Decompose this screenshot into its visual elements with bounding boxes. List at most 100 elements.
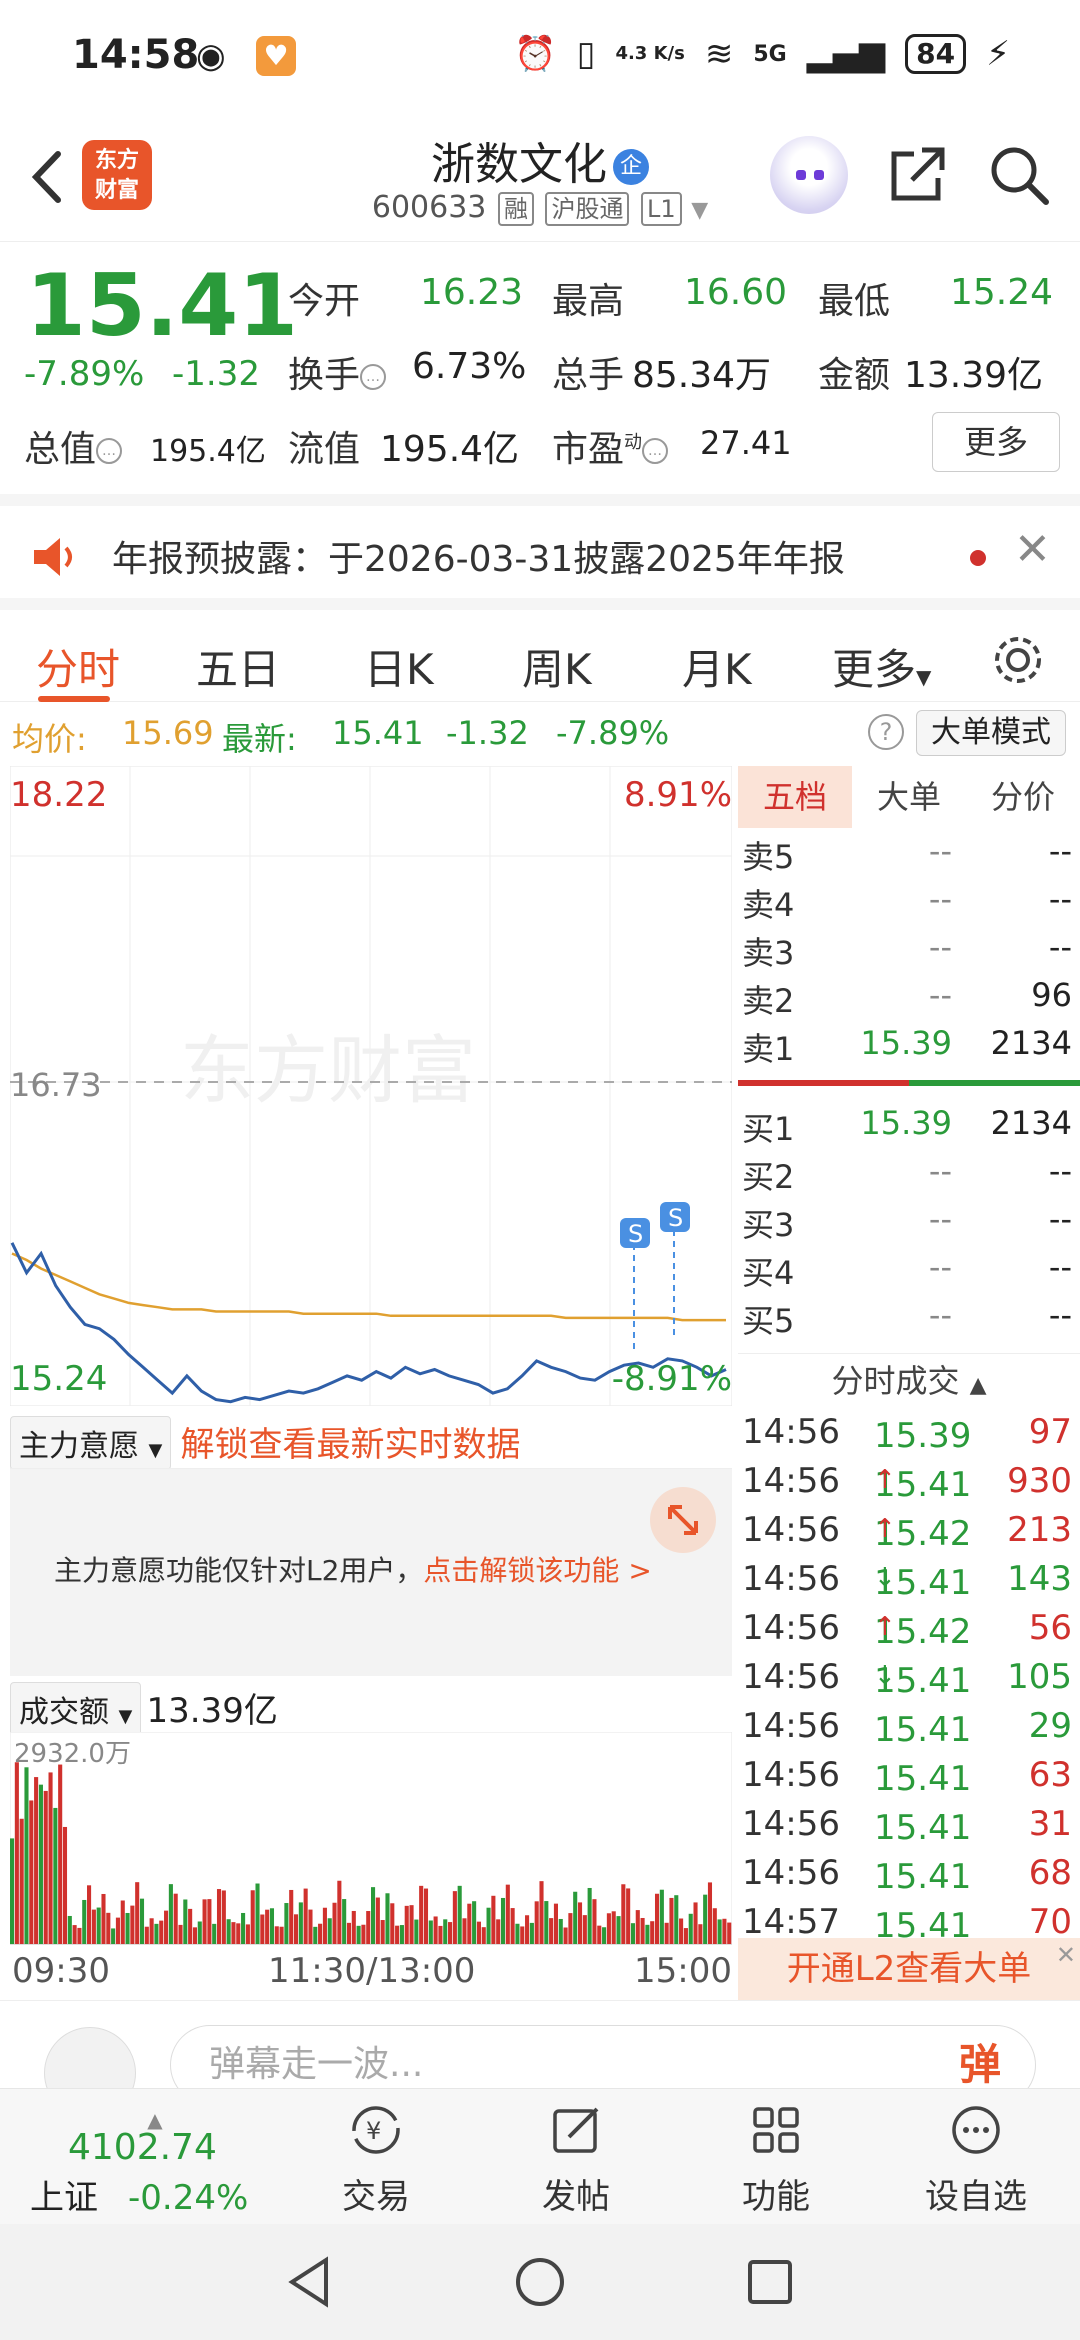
sell-level-row[interactable]: 卖2 -- 96 xyxy=(738,972,1080,1020)
open-label: 今开 xyxy=(288,281,361,322)
tick-row: 14:56 15.41 29 xyxy=(742,1706,1072,1750)
volume-bar xyxy=(168,1884,173,1944)
nav-trade[interactable]: ¥ 交易 xyxy=(276,2089,476,2225)
info-icon[interactable]: … xyxy=(642,438,669,464)
settings-icon[interactable] xyxy=(990,632,1046,688)
close-icon[interactable]: ✕ xyxy=(1014,524,1051,575)
volume-bar xyxy=(91,1909,96,1944)
notice-text[interactable]: 年报预披露：于2026-03-31披露2025年年报 xyxy=(112,530,845,582)
volume-bar xyxy=(481,1927,486,1944)
tab-more[interactable]: 更多▼ xyxy=(832,636,931,697)
buy-level-row[interactable]: 买2 -- -- xyxy=(738,1148,1080,1196)
volume-bar xyxy=(279,1926,284,1944)
volume-bar xyxy=(654,1893,660,1944)
notice-bar[interactable]: 年报预披露：于2026-03-31披露2025年年报 ✕ xyxy=(0,494,1080,598)
volume-bar xyxy=(375,1897,380,1944)
recents-nav-icon[interactable] xyxy=(742,2254,798,2310)
volume-bar xyxy=(164,1910,169,1944)
tab-intraday[interactable]: 分时 xyxy=(36,636,120,697)
nav-functions[interactable]: 功能 xyxy=(676,2089,876,2225)
chevron-down-icon[interactable]: ▼ xyxy=(691,198,708,223)
tab-monthly-k[interactable]: 月K xyxy=(682,636,752,697)
buy-level-row[interactable]: 买4 -- -- xyxy=(738,1244,1080,1292)
sell-level-row[interactable]: 卖3 -- -- xyxy=(738,924,1080,972)
help-icon[interactable]: ? xyxy=(868,714,904,750)
level-volume: -- xyxy=(1048,1248,1072,1286)
pe-value: 27.41 xyxy=(700,424,792,462)
wifi-icon: ≋ xyxy=(704,34,734,74)
tick-list[interactable]: 14:56 15.39 97 14:56 15.41 ↑ 930 14:56 15.42 ↑ 213… xyxy=(738,1408,1080,1947)
volume-bar xyxy=(327,1918,332,1944)
tab-big-orders[interactable]: 大单 xyxy=(852,766,966,828)
volume-bar xyxy=(231,1922,236,1944)
tick-volume: 31 xyxy=(1028,1804,1072,1844)
intention-dropdown[interactable]: 主力意愿 ▼ xyxy=(10,1416,172,1470)
volume-bar xyxy=(520,1926,525,1944)
volume-value: 85.34万 xyxy=(632,355,772,396)
level-volume: 2134 xyxy=(990,1024,1072,1062)
expand-icon[interactable] xyxy=(650,1487,716,1553)
volume-bar xyxy=(452,1891,457,1944)
level-volume: -- xyxy=(1048,880,1072,918)
close-icon[interactable]: ✕ xyxy=(1056,1924,1076,1986)
volume-bar xyxy=(144,1926,149,1944)
volume-dropdown[interactable]: 成交额 ▼ xyxy=(10,1682,142,1736)
nav-functions-label: 功能 xyxy=(742,2177,810,2217)
last-price: 15.41 xyxy=(26,256,299,356)
back-nav-icon[interactable] xyxy=(282,2254,338,2310)
order-book: 五档 大单 分价 卖5 -- -- 卖4 -- -- 卖3 -- -- 卖2 -- 96 卖1 15.39… xyxy=(738,766,1080,1947)
volume-bars[interactable]: 2932.0万 xyxy=(10,1732,732,1944)
info-icon[interactable]: … xyxy=(96,438,123,464)
share-icon[interactable] xyxy=(884,142,950,208)
sell-level-row[interactable]: 卖5 -- -- xyxy=(738,828,1080,876)
time-start: 09:30 xyxy=(12,1951,110,1991)
tab-daily-k[interactable]: 日K xyxy=(364,636,434,697)
more-button[interactable]: 更多 xyxy=(932,412,1060,472)
unlock-l2-banner[interactable]: 开通L2查看大单 ✕ xyxy=(738,1938,1080,2000)
tick-volume: 105 xyxy=(1007,1657,1072,1697)
y-min-label: 15.24 xyxy=(10,1359,107,1399)
sell-level-row[interactable]: 卖4 -- -- xyxy=(738,876,1080,924)
tab-five-day[interactable]: 五日 xyxy=(196,636,280,697)
unlock-feature-link[interactable]: 点击解锁该功能 > xyxy=(423,1554,651,1587)
nav-add-watchlist[interactable]: 设自选 xyxy=(876,2089,1076,2225)
buy-level-row[interactable]: 买1 15.39 2134 xyxy=(738,1100,1080,1148)
tick-row: 14:56 15.41 68 xyxy=(742,1853,1072,1897)
index-ticker[interactable]: ▲ 4102.74 上证 -0.24% xyxy=(30,2110,280,2219)
intraday-chart[interactable]: 东方财富 S S 18.22 8.91% 16.73 15.24 -8.91% xyxy=(10,766,732,1406)
ticks-title[interactable]: 分时成交 ▲ xyxy=(738,1354,1080,1408)
sell-level-row[interactable]: 卖1 15.39 2134 xyxy=(738,1020,1080,1068)
volume-bar xyxy=(322,1907,327,1944)
eye-icon: ◉ xyxy=(196,36,226,76)
home-nav-icon[interactable] xyxy=(512,2254,568,2310)
search-icon[interactable] xyxy=(986,142,1052,208)
unlock-realtime-link[interactable]: 解锁查看最新实时数据 xyxy=(180,1425,520,1465)
volume-bar xyxy=(241,1912,246,1944)
edit-icon xyxy=(553,2107,599,2153)
level-volume: -- xyxy=(1048,1152,1072,1190)
tab-weekly-k[interactable]: 周K xyxy=(522,636,592,697)
volume-bar xyxy=(221,1890,226,1944)
svg-text:S: S xyxy=(628,1220,643,1248)
tag-connect: 沪股通 xyxy=(545,192,630,226)
volume-bar xyxy=(380,1920,385,1944)
nav-post[interactable]: 发帖 xyxy=(476,2089,676,2225)
volume-bar xyxy=(125,1912,130,1944)
stock-code: 600633 xyxy=(371,190,487,225)
latest-label: 最新: xyxy=(222,720,297,758)
buy-level-row[interactable]: 买5 -- -- xyxy=(738,1292,1080,1340)
tab-level5[interactable]: 五档 xyxy=(738,766,852,828)
amount-label: 金额 xyxy=(818,355,891,396)
time-mid: 11:30/13:00 xyxy=(268,1951,476,1991)
level-price: -- xyxy=(928,976,952,1014)
big-order-mode-button[interactable]: 大单模式 xyxy=(916,710,1066,756)
volume-bar xyxy=(197,1921,202,1944)
info-icon[interactable]: … xyxy=(360,364,387,390)
buy-level-row[interactable]: 买3 -- -- xyxy=(738,1196,1080,1244)
tab-price-dist[interactable]: 分价 xyxy=(966,766,1080,828)
ai-assistant-icon[interactable] xyxy=(770,136,848,214)
volume-bar xyxy=(577,1902,583,1944)
volume-bar xyxy=(496,1919,501,1944)
price-info-row: 均价: 15.69 最新: 15.41 -1.32 -7.89% ? 大单模式 xyxy=(0,702,1080,764)
change-pct: -7.89% xyxy=(24,354,145,394)
